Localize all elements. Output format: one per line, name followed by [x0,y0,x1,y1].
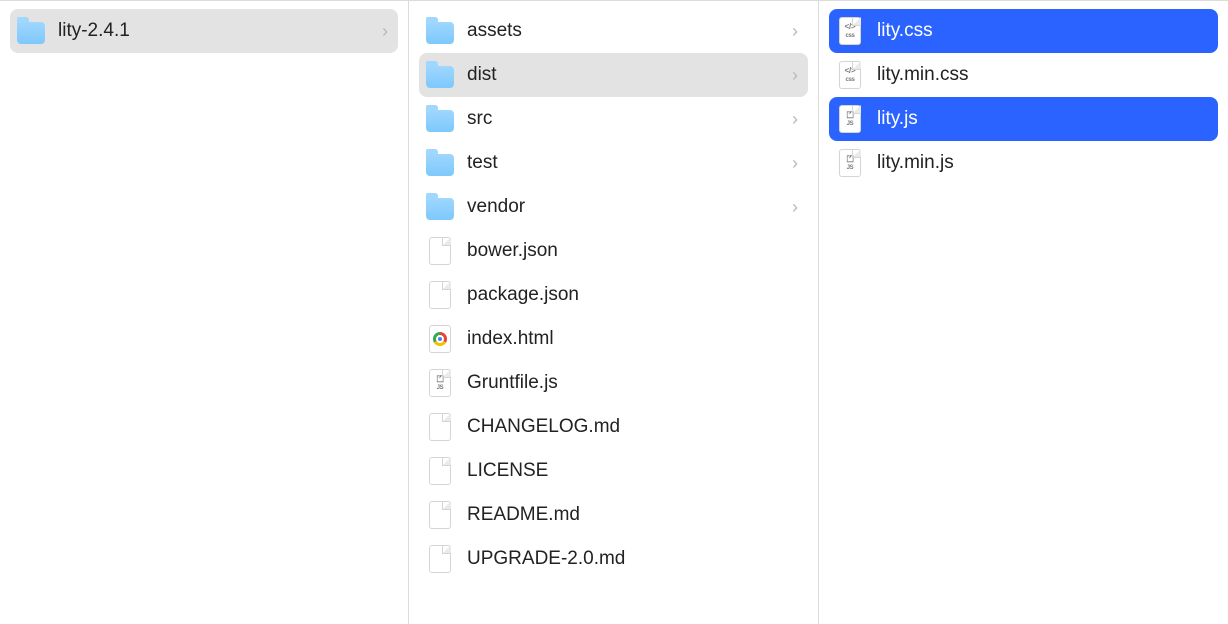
list-item[interactable]: assets› [419,9,808,53]
item-label: package.json [467,284,798,306]
list-item[interactable]: Gruntfile.js [419,361,808,405]
chevron-right-icon: › [792,109,798,130]
chrome-icon [425,324,455,354]
file-icon [425,500,455,530]
column-0[interactable]: lity-2.4.1› [0,1,409,624]
list-item[interactable]: dist› [419,53,808,97]
list-item[interactable]: README.md [419,493,808,537]
css-file-icon [835,16,865,46]
list-item[interactable]: bower.json [419,229,808,273]
folder-icon [425,192,455,222]
item-label: test [467,152,792,174]
file-icon [425,280,455,310]
list-item[interactable]: CHANGELOG.md [419,405,808,449]
list-item[interactable]: UPGRADE-2.0.md [419,537,808,581]
item-label: lity.min.js [877,152,1208,174]
item-label: vendor [467,196,792,218]
file-icon [425,544,455,574]
file-icon [425,412,455,442]
list-item[interactable]: index.html [419,317,808,361]
column-2[interactable]: lity.css lity.min.css lity.js lity.min.js [819,1,1228,624]
item-label: src [467,108,792,130]
folder-icon [425,104,455,134]
item-label: LICENSE [467,460,798,482]
file-icon [425,236,455,266]
folder-icon [425,60,455,90]
item-label: lity.js [877,108,1208,130]
list-item[interactable]: src› [419,97,808,141]
list-item[interactable]: lity.js [829,97,1218,141]
folder-icon [425,16,455,46]
css-file-icon [835,60,865,90]
item-label: Gruntfile.js [467,372,798,394]
list-item[interactable]: LICENSE [419,449,808,493]
list-item[interactable]: lity.css [829,9,1218,53]
js-file-icon [425,368,455,398]
item-label: UPGRADE-2.0.md [467,548,798,570]
list-item[interactable]: lity.min.js [829,141,1218,185]
list-item[interactable]: package.json [419,273,808,317]
item-label: lity-2.4.1 [58,20,382,42]
list-item[interactable]: lity-2.4.1› [10,9,398,53]
chevron-right-icon: › [792,197,798,218]
item-label: README.md [467,504,798,526]
file-icon [425,456,455,486]
column-1[interactable]: assets›dist›src›test›vendor›bower.jsonpa… [409,1,819,624]
item-label: assets [467,20,792,42]
js-file-icon [835,148,865,178]
folder-icon [16,16,46,46]
item-label: index.html [467,328,798,350]
chevron-right-icon: › [792,153,798,174]
item-label: CHANGELOG.md [467,416,798,438]
item-label: lity.min.css [877,64,1208,86]
finder-column-view: lity-2.4.1› assets›dist›src›test›vendor›… [0,0,1228,624]
list-item[interactable]: lity.min.css [829,53,1218,97]
list-item[interactable]: test› [419,141,808,185]
item-label: lity.css [877,20,1208,42]
folder-icon [425,148,455,178]
chevron-right-icon: › [382,21,388,42]
list-item[interactable]: vendor› [419,185,808,229]
js-file-icon [835,104,865,134]
item-label: bower.json [467,240,798,262]
chevron-right-icon: › [792,21,798,42]
chevron-right-icon: › [792,65,798,86]
item-label: dist [467,64,792,86]
